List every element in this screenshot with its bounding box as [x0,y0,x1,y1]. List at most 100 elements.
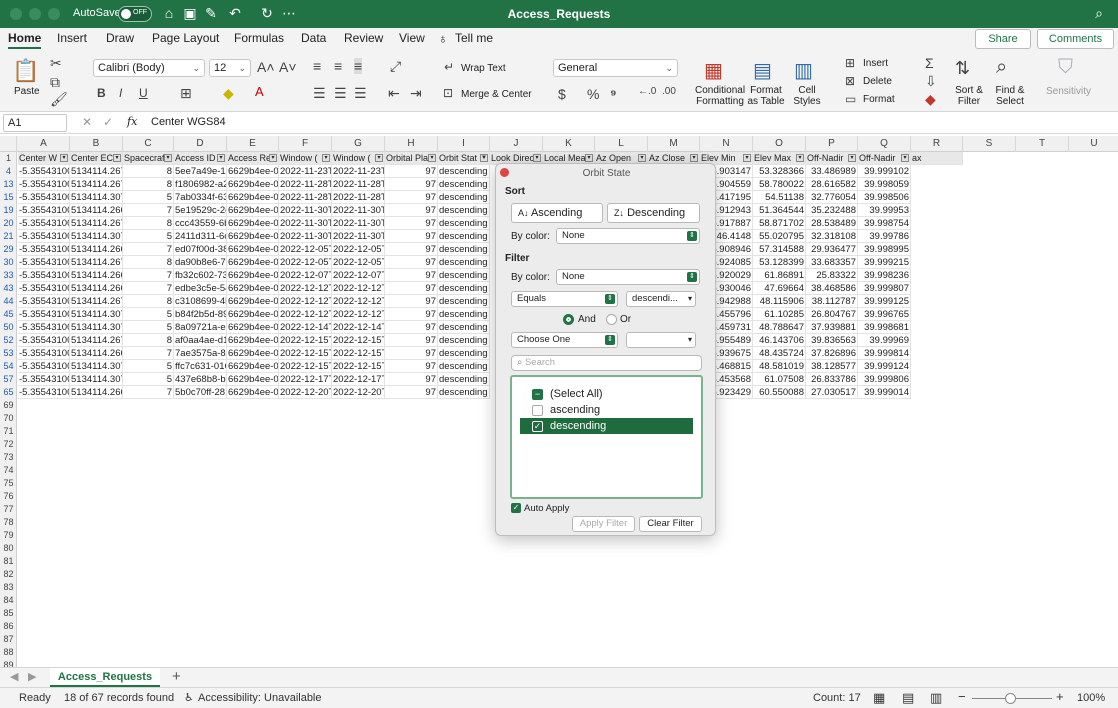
tab-draw[interactable]: Draw [106,31,134,45]
table-cell[interactable]: 97 [385,217,438,230]
column-header[interactable]: M [648,136,700,152]
table-cell[interactable]: 2022-11-23T [279,165,332,178]
comments-button[interactable]: Comments [1037,29,1114,49]
tell-me[interactable]: Tell me [455,31,493,45]
table-cell[interactable]: -5.355431009 [18,360,70,373]
header-cell[interactable]: Spacecraf ▾ [123,152,174,165]
delete-cells-icon[interactable]: ⊠ [845,74,855,88]
table-cell[interactable]: -5.355431009 [18,321,70,334]
tab-insert[interactable]: Insert [57,31,87,45]
table-cell[interactable]: 5134114.266 [70,386,123,399]
table-cell[interactable]: 8 [123,295,174,308]
table-cell[interactable]: 5134114.266 [70,269,123,282]
table-cell[interactable]: -5.355431009 [18,295,70,308]
table-cell[interactable]: 5e19529c-2e [174,204,227,217]
filter-search-input[interactable]: ⌕ Search [511,355,702,371]
table-cell[interactable]: 5134114.307 [70,373,123,386]
cell-styles-button[interactable]: Cell Styles [790,85,824,107]
header-cell[interactable]: Window (▾ [332,152,385,165]
header-cell[interactable]: Window (▾ [279,152,332,165]
row-header[interactable]: 75 [0,477,17,490]
row-header[interactable]: 86 [0,620,17,633]
row-header[interactable]: 20 [0,217,17,230]
table-cell[interactable]: 38.112787 [806,295,858,308]
column-header[interactable]: H [385,136,438,152]
table-cell[interactable]: descending [438,204,490,217]
table-cell[interactable]: 97 [385,295,438,308]
decrease-decimal-icon[interactable]: .00 [662,86,676,97]
table-cell[interactable]: 5134114.307 [70,230,123,243]
column-header[interactable]: J [490,136,543,152]
row-header[interactable]: 45 [0,308,17,321]
row-header[interactable]: 43 [0,282,17,295]
descending-checkbox[interactable]: ✓ [532,421,543,432]
table-cell[interactable]: 2022-12-12T [279,295,332,308]
table-cell[interactable]: 33.683357 [806,256,858,269]
table-cell[interactable]: 51.364544 [753,204,806,217]
table-cell[interactable]: 5b0c70ff-28 [174,386,227,399]
table-cell[interactable]: 27.030517 [806,386,858,399]
table-cell[interactable]: 5134114.266 [70,243,123,256]
header-cell[interactable]: Center EC ▾ [70,152,123,165]
row-header[interactable]: 54 [0,360,17,373]
filter-dropdown-icon[interactable]: ▾ [848,154,856,162]
table-cell[interactable]: descending [438,230,490,243]
row-header[interactable]: 44 [0,295,17,308]
row-header[interactable]: 82 [0,568,17,581]
header-cell[interactable]: Access ID ▾ [174,152,227,165]
row-header[interactable]: 69 [0,399,17,412]
header-cell[interactable]: ax [911,152,963,165]
filter-dropdown-icon[interactable]: ▾ [322,154,330,162]
column-header[interactable]: F [279,136,332,152]
table-cell[interactable]: 6629b4ee-02 [227,308,279,321]
format-as-table-icon[interactable]: ▤ [753,58,772,83]
table-cell[interactable]: 97 [385,243,438,256]
table-cell[interactable]: 53.328366 [753,165,806,178]
column-header[interactable]: E [227,136,279,152]
table-cell[interactable]: 46.143706 [753,334,806,347]
table-cell[interactable]: -5.355431009 [18,191,70,204]
table-cell[interactable]: 5134114.267 [70,295,123,308]
zoom-out-icon[interactable]: − [958,689,966,704]
table-cell[interactable]: descending [438,217,490,230]
table-cell[interactable]: 5 [123,230,174,243]
table-cell[interactable]: 6629b4ee-02 [227,204,279,217]
table-cell[interactable]: 2022-12-12T [279,308,332,321]
align-center-icon[interactable]: ☰ [334,85,347,102]
table-cell[interactable]: 2022-12-14T [332,321,385,334]
table-cell[interactable]: f1806982-a2 [174,178,227,191]
table-cell[interactable]: 6629b4ee-02 [227,295,279,308]
column-header[interactable]: U [1069,136,1118,152]
auto-apply-checkbox[interactable]: ✓ [511,503,521,513]
table-cell[interactable]: 39.999806 [858,373,911,386]
table-cell[interactable]: -5.355431009 [18,386,70,399]
table-cell[interactable]: 8 [123,178,174,191]
increase-indent-icon[interactable]: ⇥ [410,85,422,102]
table-cell[interactable]: 60.550088 [753,386,806,399]
table-cell[interactable]: da90b8e6-7f [174,256,227,269]
table-cell[interactable]: 61.86891 [753,269,806,282]
list-item-descending[interactable]: ✓ descending [520,418,693,434]
row-header[interactable]: 85 [0,607,17,620]
table-cell[interactable]: 39.998059 [858,178,911,191]
row-header[interactable]: 71 [0,425,17,438]
table-cell[interactable]: 8 [123,334,174,347]
page-break-view-icon[interactable]: ▥ [930,690,942,706]
column-header[interactable]: N [700,136,753,152]
table-cell[interactable]: -5.355431009 [18,178,70,191]
row-header[interactable]: 15 [0,191,17,204]
table-cell[interactable]: 5 [123,360,174,373]
table-cell[interactable]: 97 [385,204,438,217]
table-cell[interactable]: edbe3c5e-54 [174,282,227,295]
tab-view[interactable]: View [399,31,425,45]
table-cell[interactable]: fb32c602-73 [174,269,227,282]
table-cell[interactable]: 97 [385,230,438,243]
filter-dropdown-icon[interactable]: ▼ [480,154,488,162]
clear-icon[interactable]: ◆ [925,91,936,108]
table-cell[interactable]: descending [438,334,490,347]
filter-dropdown-icon[interactable]: ▾ [217,154,225,162]
row-header[interactable]: 87 [0,633,17,646]
table-cell[interactable]: 5134114.266 [70,204,123,217]
filter-by-color-select[interactable]: None ⇕ [556,269,700,285]
share-button[interactable]: Share [975,29,1031,49]
